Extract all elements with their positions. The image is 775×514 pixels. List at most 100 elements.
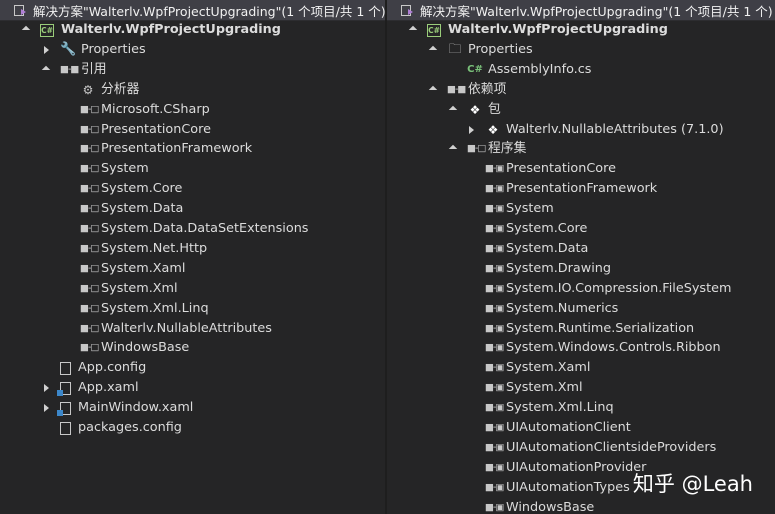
- solution-header[interactable]: 解决方案"Walterlv.WpfProjectUpgrading"(1 个项目…: [0, 0, 385, 21]
- properties-icon: 🗀: [448, 41, 462, 57]
- tree-item[interactable]: ■-▣ WindowsBase: [387, 498, 594, 514]
- tree-item[interactable]: ❖ Walterlv.NullableAttributes (7.1.0): [387, 120, 724, 140]
- collapse-arrow-icon[interactable]: [449, 139, 459, 159]
- tree-item[interactable]: ■-■ 引用: [0, 60, 107, 80]
- tree-item[interactable]: ■-□ System.Core: [0, 179, 182, 199]
- assembly-icon: ■-▣: [485, 322, 504, 334]
- assembly-icon: ■-▣: [485, 481, 504, 493]
- tree-item[interactable]: ■-□ Microsoft.CSharp: [0, 100, 210, 120]
- tree-item-label: PresentationFramework: [506, 181, 658, 197]
- assembly-icon: ■-▣: [485, 302, 504, 314]
- tree-item[interactable]: ■-□ System.Data: [0, 199, 183, 219]
- collapse-arrow-icon[interactable]: [22, 20, 32, 40]
- assembly-icon: ■-▣: [485, 382, 504, 394]
- reference-icon: ■-□: [80, 163, 99, 175]
- tree-item[interactable]: packages.config: [0, 418, 182, 438]
- tree-item[interactable]: ■-▣ UIAutomationProvider: [387, 458, 646, 478]
- tree-item[interactable]: C# AssemblyInfo.cs: [387, 60, 591, 80]
- tree-item[interactable]: ■-▣ System.Core: [387, 219, 587, 239]
- tree-item[interactable]: ■-□ System.Data.DataSetExtensions: [0, 219, 308, 239]
- collapse-arrow-icon[interactable]: [409, 20, 419, 40]
- tree-item-label: Walterlv.NullableAttributes (7.1.0): [506, 121, 724, 137]
- tree-item[interactable]: ■-▣ PresentationFramework: [387, 179, 657, 199]
- tree-item-label: 程序集: [488, 141, 527, 157]
- tree-item[interactable]: ⚙ 分析器: [0, 80, 140, 100]
- tree-item[interactable]: ■-□ PresentationCore: [0, 120, 211, 140]
- tree-item[interactable]: ■-▣ System.Numerics: [387, 299, 618, 319]
- tree-item-label: PresentationCore: [506, 161, 616, 177]
- tree-item[interactable]: ■-▣ System.Windows.Controls.Ribbon: [387, 338, 721, 358]
- tree-item[interactable]: ■-□ System.Net.Http: [0, 239, 207, 259]
- expand-arrow-icon[interactable]: [42, 398, 52, 418]
- tree-item[interactable]: ■-▣ System.Xaml: [387, 358, 590, 378]
- tree-item-label: System.Core: [506, 221, 588, 236]
- tree-item[interactable]: ■-▣ PresentationCore: [387, 159, 616, 179]
- tree-item[interactable]: ■-▣ System.IO.Compression.FileSystem: [387, 279, 731, 299]
- tree-item-label: 分析器: [101, 81, 140, 97]
- expand-arrow-icon[interactable]: [42, 378, 52, 398]
- tree-item[interactable]: ■-▣ System.Runtime.Serialization: [387, 319, 694, 339]
- tree-item[interactable]: C# Walterlv.WpfProjectUpgrading: [0, 20, 281, 40]
- assembly-icon: ■-▣: [485, 223, 504, 234]
- assembly-icon: ■-▣: [485, 183, 504, 195]
- tree-item[interactable]: ■-□ System.Xml.Linq: [0, 299, 209, 319]
- tree-item[interactable]: ■-□ System.Xml: [0, 279, 178, 299]
- tree-item[interactable]: 🔧 Properties: [0, 40, 146, 60]
- tree-item[interactable]: ■-▣ System.Data: [387, 239, 588, 259]
- tree-item[interactable]: App.config: [0, 358, 146, 378]
- config-file-icon: [60, 361, 71, 375]
- tree-item[interactable]: ■-▣ UIAutomationTypes: [387, 478, 630, 498]
- tree-item[interactable]: ■-■ 依赖项: [387, 80, 506, 100]
- tree-item-label: System.Net.Http: [101, 240, 208, 256]
- tree-item[interactable]: ■-□ PresentationFramework: [0, 139, 252, 159]
- tree-item[interactable]: ■-□ 程序集: [387, 139, 526, 159]
- reference-icon: ■-□: [80, 282, 99, 294]
- tree-item[interactable]: ■-▣ UIAutomationClient: [387, 418, 631, 438]
- tree-item[interactable]: C# Walterlv.WpfProjectUpgrading: [387, 20, 668, 40]
- tree-item[interactable]: 🗀 Properties: [387, 40, 533, 60]
- tree-item[interactable]: App.xaml: [0, 378, 139, 398]
- collapse-arrow-icon[interactable]: [42, 60, 52, 80]
- tree-item[interactable]: ■-▣ System.Drawing: [387, 259, 611, 279]
- tree-item[interactable]: ■-▣ System.Xml: [387, 378, 583, 398]
- csharp-project-icon: C#: [427, 24, 441, 37]
- assembly-icon: ■-▣: [485, 242, 504, 254]
- tree-item[interactable]: MainWindow.xaml: [0, 398, 193, 418]
- collapse-arrow-icon[interactable]: [429, 80, 439, 100]
- tree-item[interactable]: ■-□ System: [0, 159, 149, 179]
- assembly-icon: ■-▣: [485, 282, 504, 294]
- xaml-file-icon: [57, 381, 71, 396]
- tree-item[interactable]: ■-▣ System: [387, 199, 554, 219]
- tree-item-label: System.Xml.Linq: [506, 400, 614, 416]
- expand-arrow-icon[interactable]: [42, 40, 52, 60]
- tree-item[interactable]: ■-□ System.Xaml: [0, 259, 185, 279]
- reference-icon: ■-□: [80, 223, 99, 234]
- tree-item-label: Properties: [468, 41, 533, 57]
- solution-header[interactable]: 解决方案"Walterlv.WpfProjectUpgrading"(1 个项目…: [387, 0, 775, 21]
- tree-item[interactable]: ❖ 包: [387, 100, 501, 120]
- tree-item[interactable]: ■-▣ UIAutomationClientsideProviders: [387, 438, 716, 458]
- package-icon: ❖: [469, 102, 481, 117]
- tree-item[interactable]: ■-□ WindowsBase: [0, 338, 189, 358]
- tree-item[interactable]: ■-□ Walterlv.NullableAttributes: [0, 319, 272, 339]
- solution-title: 解决方案"Walterlv.WpfProjectUpgrading"(1 个项目…: [420, 3, 773, 19]
- tree-item-label: System: [101, 161, 149, 177]
- tree-item[interactable]: ■-▣ System.Xml.Linq: [387, 398, 614, 418]
- assembly-icon: ■-▣: [485, 362, 504, 374]
- collapse-arrow-icon[interactable]: [449, 100, 459, 120]
- expand-arrow-icon[interactable]: [467, 120, 477, 140]
- collapse-arrow-icon[interactable]: [429, 40, 439, 60]
